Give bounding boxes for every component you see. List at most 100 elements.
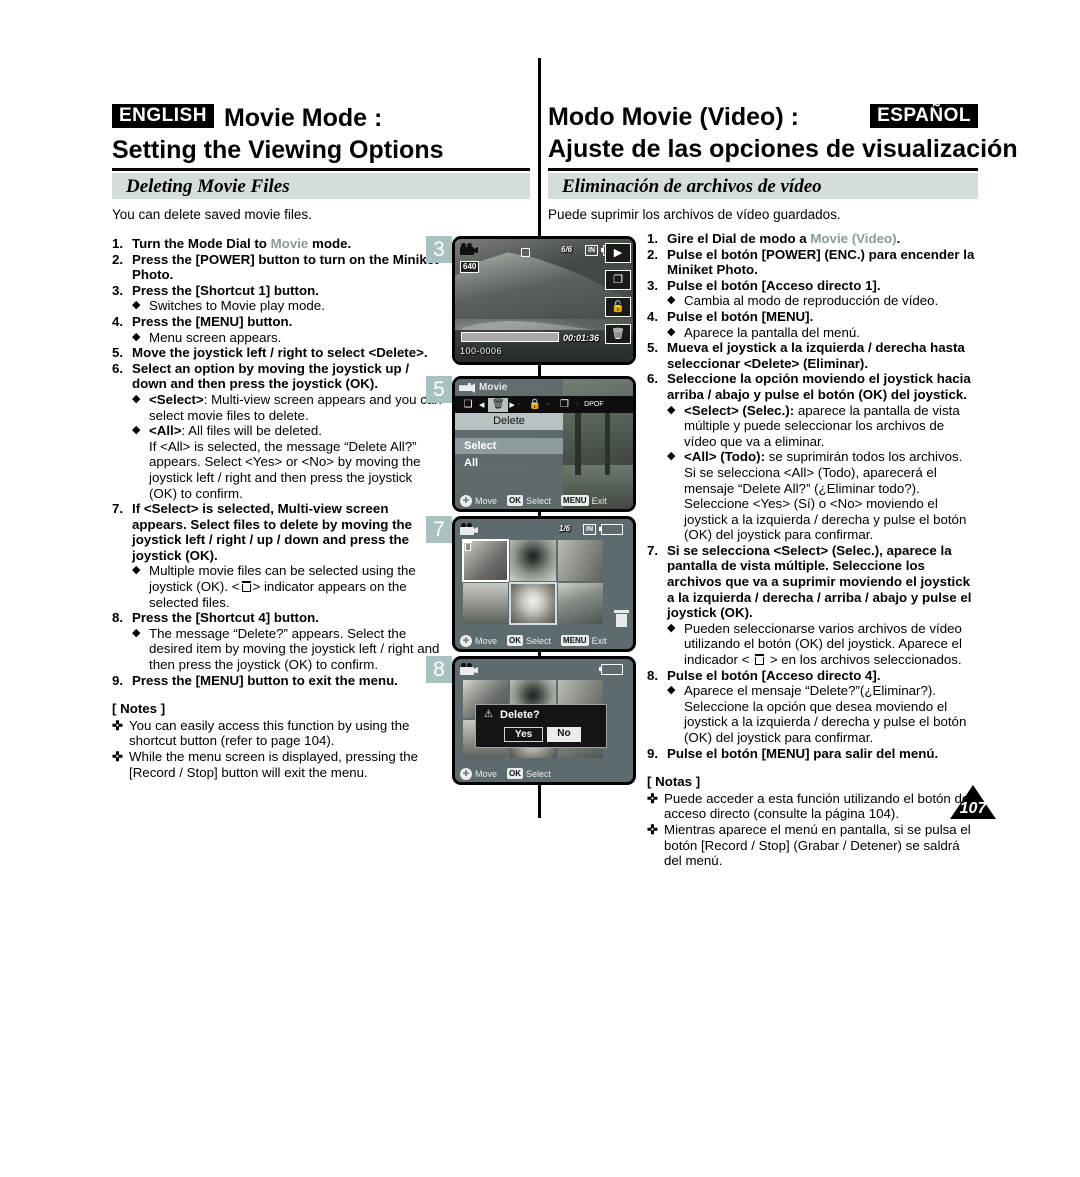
thumbnail-cell[interactable]: [557, 583, 603, 624]
notes-heading-spanish: [ Notas ]: [647, 774, 701, 790]
step-number: 2.: [112, 251, 124, 267]
step-number: 9.: [112, 672, 124, 688]
thumbnail-cell[interactable]: [509, 582, 557, 625]
lcd-side-menu: ▶ ❐ 🔓 🗑: [603, 239, 633, 362]
hint-ok-label: Select: [526, 635, 552, 646]
step-8-note-en: ◆ The message “Delete?” appears. Select …: [132, 626, 442, 673]
step-number: 8.: [112, 610, 124, 626]
note-text: : All files will be deleted.: [181, 423, 322, 439]
step-item-5-en: 5. Move the joystick left / right to sel…: [112, 345, 442, 361]
lcd-hint-bar: ✛ Move OK Select: [455, 765, 633, 782]
note-text-tail: > en los archivos seleccionados.: [766, 652, 962, 668]
step-text: Press the [Shortcut 4] button.: [132, 610, 319, 626]
hint-exit-label: Exit: [591, 495, 607, 506]
header-spanish: ESPAÑOL Modo Movie (Video) : Ajuste de la…: [548, 104, 1018, 162]
step-item-8-en: 8. Press the [Shortcut 4] button.: [112, 610, 442, 626]
step-4-note-en: ◆ Menu screen appears.: [132, 330, 442, 346]
step-number: 5.: [647, 340, 659, 356]
multiview-icon[interactable]: ❐: [605, 270, 631, 290]
thumbnail-cell[interactable]: [463, 583, 509, 624]
step-text: Gire el Dial de modo a: [667, 231, 811, 246]
step-number: 2.: [647, 246, 659, 262]
diamond-bullet-icon: ◆: [667, 294, 676, 307]
hint-move-label: Move: [475, 635, 498, 646]
yes-button[interactable]: Yes: [504, 727, 544, 742]
slideshow-tab-icon[interactable]: ❐: [554, 398, 574, 412]
language-tag-spanish: ESPAÑOL: [870, 104, 978, 128]
step-item-9-es: 9. Pulse el botón [MENU] para salir del …: [647, 746, 980, 762]
step-number: 6.: [647, 371, 659, 387]
step-number: 7.: [647, 542, 659, 558]
intro-text-english: You can delete saved movie files.: [112, 207, 312, 222]
trash-icon[interactable]: [614, 610, 629, 627]
page-title-english: Movie Mode :: [223, 104, 383, 132]
step-text: Seleccione la opción moviendo el joystic…: [667, 371, 971, 402]
step-text: Pulse el botón [Acceso directo 4].: [667, 667, 881, 683]
step-badge-8: 8: [426, 656, 452, 683]
step-text: Pulse el botón [Acceso directo 1].: [667, 277, 881, 293]
separator-dot: ·: [517, 401, 521, 408]
step-7-note-es: ◆ Pueden seleccionarse varios archivos d…: [667, 621, 980, 668]
hint-exit-label: Exit: [591, 635, 607, 646]
option-name: <Select>: [149, 391, 204, 407]
lcd-screen-play-mode: 6/6 IN 640 00:01:36 100-0006 ▶ ❐ 🔓 🗑: [452, 236, 636, 365]
language-tag-english: ENGLISH: [112, 104, 214, 128]
step-3-note-en: ◆ Switches to Movie play mode.: [132, 298, 442, 314]
file-counter: 1/6: [559, 524, 571, 533]
trash-icon[interactable]: 🗑: [605, 324, 631, 344]
step-6-note-2-continued-en: If <All> is selected, the message “Delet…: [149, 438, 421, 501]
intro-text-spanish: Puede suprimir los archivos de vídeo gua…: [548, 207, 841, 222]
step-3-note-es: ◆ Cambia al modo de reproducción de víde…: [667, 293, 980, 309]
step-item-6-en: 6. Select an option by moving the joysti…: [112, 361, 442, 392]
unlock-icon[interactable]: 🔓: [605, 297, 631, 317]
diamond-bullet-icon: ◆: [132, 392, 141, 405]
note-text: Cambia al modo de reproducción de vídeo.: [684, 293, 939, 309]
copy-tab-icon[interactable]: ❏: [458, 398, 478, 412]
step-item-7-en: 7. If <Select> is selected, Multi-view s…: [112, 501, 442, 563]
menu-item-all[interactable]: All: [455, 455, 563, 471]
mode-keyword: Movie (Video): [810, 231, 897, 246]
section-title-english: Deleting Movie Files: [126, 176, 290, 197]
joystick-icon: ✛: [460, 767, 472, 780]
mode-keyword: Movie: [270, 236, 309, 251]
hint-move-label: Move: [475, 495, 498, 506]
lock-tab-icon[interactable]: 🔒: [525, 398, 545, 412]
note-text: Aparece el mensaje “Delete?”(¿Eliminar?)…: [684, 683, 967, 745]
step-item-3-en: 3. Press the [Shortcut 1] button.: [112, 283, 442, 299]
step-number: 6.: [112, 360, 124, 376]
diamond-bullet-icon: ◆: [667, 450, 676, 463]
step-badge-3: 3: [426, 236, 452, 263]
movie-mode-icon: [460, 243, 478, 255]
joystick-icon: ✛: [460, 494, 472, 507]
diamond-bullet-icon: ◆: [132, 330, 141, 343]
delete-tab-icon[interactable]: 🗑: [488, 397, 509, 412]
note-item-1-en: ✜ You can easily access this function by…: [112, 718, 442, 749]
menu-item-select[interactable]: Select: [455, 438, 563, 454]
lcd-status-bar: [455, 659, 633, 678]
page-number-marker: 107: [950, 785, 996, 819]
clover-bullet-icon: ✜: [112, 717, 123, 733]
thumbnail-cell[interactable]: [510, 540, 556, 581]
dpof-tab-icon[interactable]: DPOF: [584, 398, 604, 412]
lcd-hint-bar: ✛ Move OK Select MENU Exit: [455, 632, 633, 649]
step-item-6-es: 6. Seleccione la opción moviendo el joys…: [647, 371, 980, 402]
step-text: Move the joystick left / right to select…: [132, 345, 428, 361]
no-button[interactable]: No: [547, 727, 581, 742]
step-number: 1.: [647, 231, 659, 246]
diamond-bullet-icon: ◆: [132, 626, 141, 639]
separator-dot: ·: [576, 401, 579, 408]
step-6-note-1-es: ◆ <Select> (Selec.): aparece la pantalla…: [667, 403, 980, 450]
thumbnail-cell[interactable]: [461, 539, 510, 582]
note-text: Mientras aparece el menú en pantalla, si…: [664, 821, 971, 869]
section-title-spanish: Eliminación de archivos de vídeo: [562, 176, 822, 197]
page-subtitle-english: Setting the Viewing Options: [112, 135, 444, 164]
diamond-bullet-icon: ◆: [667, 325, 676, 338]
play-icon[interactable]: ▶: [605, 243, 631, 263]
section-band-english: Deleting Movie Files: [112, 173, 530, 199]
thumbnail-cell[interactable]: [557, 540, 603, 581]
step-6-note-1-en: ◆ <Select>: Multi-view screen appears an…: [132, 392, 442, 423]
step-6-note-2-es: ◆ <All> (Todo): se suprimirán todos los …: [667, 449, 980, 465]
clover-bullet-icon: ✜: [112, 749, 123, 764]
note-text: While the menu screen is displayed, pres…: [129, 749, 418, 780]
menu-title: Movie: [455, 379, 633, 396]
